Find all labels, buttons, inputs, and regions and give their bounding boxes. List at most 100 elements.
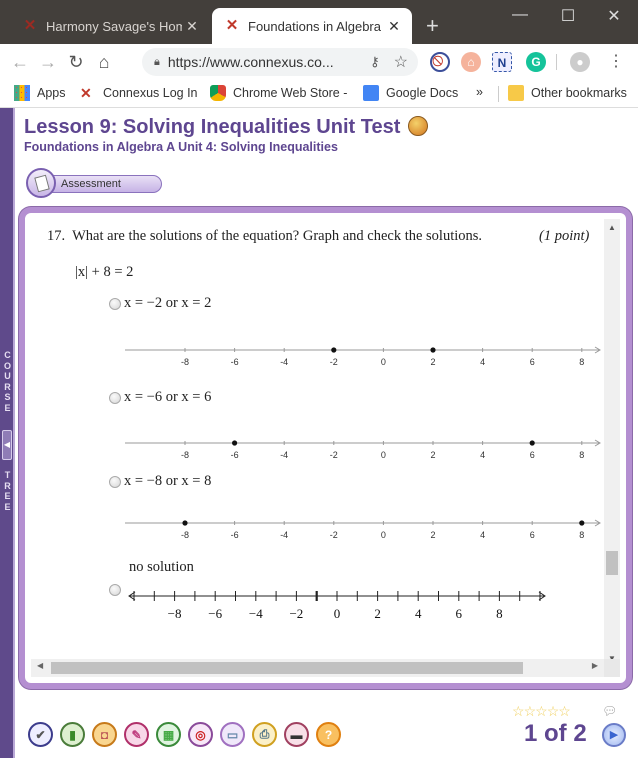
close-window-icon[interactable]: ✕ — [594, 6, 634, 26]
vertical-scroll-thumb[interactable] — [606, 551, 618, 575]
url-text[interactable]: https://www.connexus.co... — [168, 54, 370, 70]
rating-star-icon[interactable]: ☆ — [512, 703, 525, 719]
monitor-icon[interactable]: ▭ — [220, 722, 245, 747]
scroll-right-icon[interactable]: ▶ — [592, 661, 598, 670]
key-icon[interactable]: ⚷ — [370, 54, 380, 70]
option-c-label: x = −8 or x = 8 — [124, 473, 212, 489]
axis-tick-label: −8 — [168, 606, 182, 621]
bookmark-star-icon[interactable]: ☆ — [394, 52, 408, 72]
axis-tick-label: 0 — [381, 357, 386, 367]
option-b-radio[interactable] — [109, 391, 121, 404]
solution-point — [579, 520, 585, 526]
connexus-icon: ✕ — [80, 85, 92, 101]
check-icon[interactable]: ✔ — [28, 722, 53, 747]
horizontal-scroll-thumb[interactable] — [51, 662, 523, 674]
rating-star-icon[interactable]: ☆ — [524, 703, 537, 719]
menu-kebab-icon[interactable]: ⋮ — [608, 51, 624, 71]
bookmark-overflow[interactable]: » — [476, 85, 483, 99]
option-b[interactable]: x = −6 or x = 6 — [109, 389, 211, 406]
bookmark-other[interactable]: Other bookmarks — [508, 85, 627, 101]
book-icon[interactable]: ▮ — [60, 722, 85, 747]
new-tab-button[interactable]: + — [426, 13, 439, 39]
nimbus-extension-icon[interactable]: N — [492, 52, 512, 72]
option-c-number-line: -8 -6 -4 -2 0 2 4 6 8 — [125, 519, 601, 540]
solution-point — [529, 440, 535, 446]
axis-tick-label: 6 — [530, 357, 535, 367]
rating-star-icon[interactable]: ☆ — [558, 703, 571, 719]
axis-tick-label: 0 — [381, 450, 386, 460]
option-c-radio[interactable] — [109, 475, 121, 488]
pin-icon[interactable]: ✎ — [124, 722, 149, 747]
rating-star-icon[interactable]: ☆ — [535, 703, 548, 719]
scroll-up-icon[interactable]: ▲ — [604, 223, 620, 232]
axis-tick-label: -6 — [231, 357, 239, 367]
vertical-scrollbar[interactable]: ▲ ▼ — [604, 219, 620, 667]
comment-icon[interactable]: 💬︎ — [602, 704, 617, 718]
axis-tick-label: 8 — [496, 606, 503, 621]
profile-avatar[interactable]: ● — [570, 52, 590, 72]
bookmark-connexus-login[interactable]: ✕ Connexus Log In — [80, 85, 198, 101]
target-icon[interactable]: ◎ — [188, 722, 213, 747]
minimize-icon[interactable]: — — [500, 6, 540, 24]
bookmark-chrome-web-store[interactable]: Chrome Web Store - — [210, 85, 347, 101]
printer-icon[interactable]: ⎙ — [252, 722, 277, 747]
option-a-label: x = −2 or x = 2 — [124, 295, 212, 311]
question-frame: 17. What are the solutions of the equati… — [19, 207, 632, 689]
horizontal-scrollbar[interactable]: ◀ ▶ — [31, 659, 604, 677]
grammarly-icon[interactable]: G — [526, 52, 546, 72]
axis-tick-label: −2 — [289, 606, 303, 621]
docs-icon — [363, 85, 379, 101]
block-extension-icon[interactable]: ⃠ — [430, 52, 450, 72]
bookmark-label: Other bookmarks — [531, 86, 627, 100]
axis-tick-label: -8 — [181, 357, 189, 367]
assessment-label: Assessment — [61, 178, 121, 190]
rating-star-icon[interactable]: ☆ — [547, 703, 560, 719]
close-tab-icon[interactable]: ✕ — [384, 18, 404, 35]
course-tree-label-top: COURSE — [3, 350, 11, 413]
tab-harmony-home[interactable]: ✕ Harmony Savage's Home ✕ — [10, 8, 210, 44]
forward-icon[interactable]: → — [34, 52, 62, 73]
tab-title: Harmony Savage's Home — [46, 18, 182, 34]
next-page-button[interactable]: ▶ — [602, 723, 626, 747]
maximize-icon[interactable]: ☐ — [548, 6, 588, 26]
lesson-title: Lesson 9: Solving Inequalities Unit Test — [24, 116, 428, 139]
extension-icon[interactable]: ⌂ — [461, 52, 481, 72]
calculator-icon[interactable]: ▦ — [156, 722, 181, 747]
tools-icon[interactable]: ▬ — [284, 722, 309, 747]
address-bar[interactable]: 🔒︎ https://www.connexus.co... ⚷ ☆ — [142, 48, 418, 76]
question-prompt: 17. What are the solutions of the equati… — [47, 228, 482, 245]
option-a-radio[interactable] — [109, 297, 121, 310]
option-d-radio[interactable] — [109, 584, 121, 596]
axis-tick-label: 2 — [374, 606, 381, 621]
rating-stars[interactable]: ☆☆☆☆☆ — [512, 703, 571, 720]
course-tree-sidebar[interactable]: COURSE ◀ TREE — [0, 108, 15, 758]
scroll-left-icon[interactable]: ◀ — [37, 661, 43, 670]
course-tree-toggle[interactable]: ◀ — [2, 430, 12, 460]
solution-point — [331, 347, 337, 353]
bookmark-label: Apps — [37, 86, 66, 100]
option-a[interactable]: x = −2 or x = 2 — [109, 295, 211, 312]
axis-tick-label: -8 — [181, 450, 189, 460]
tab-strip: ✕ Harmony Savage's Home ✕ ✕ Foundations … — [0, 0, 638, 44]
bookmark-google-docs[interactable]: Google Docs — [363, 85, 458, 101]
axis-tick-label: 8 — [579, 450, 584, 460]
backpack-icon[interactable]: ◘ — [92, 722, 117, 747]
home-icon[interactable]: ⌂ — [90, 52, 118, 73]
bookmark-apps[interactable]: Apps — [14, 85, 66, 101]
axis-tick-label: 4 — [480, 530, 485, 540]
back-icon[interactable]: ← — [6, 52, 34, 73]
axis-tick-label: 2 — [430, 530, 435, 540]
lesson-subtitle: Foundations in Algebra A Unit 4: Solving… — [24, 140, 338, 154]
folder-icon — [508, 85, 524, 101]
tab-foundations-algebra[interactable]: ✕ Foundations in Algebra A ✕ — [212, 8, 412, 44]
reload-icon[interactable]: ↻ — [62, 52, 90, 73]
equation: |x| + 8 = 2 — [75, 264, 134, 280]
axis-tick-label: -6 — [231, 450, 239, 460]
option-d-number-line: −8 −6 −4 −2 0 2 4 6 8 — [128, 591, 546, 621]
close-tab-icon[interactable]: ✕ — [182, 18, 202, 35]
bookmark-label: Chrome Web Store - — [233, 86, 348, 100]
option-c[interactable]: x = −8 or x = 8 — [109, 473, 211, 490]
option-d-label-row: no solution — [129, 559, 194, 576]
axis-tick-label: 6 — [530, 450, 535, 460]
help-icon[interactable]: ? — [316, 722, 341, 747]
